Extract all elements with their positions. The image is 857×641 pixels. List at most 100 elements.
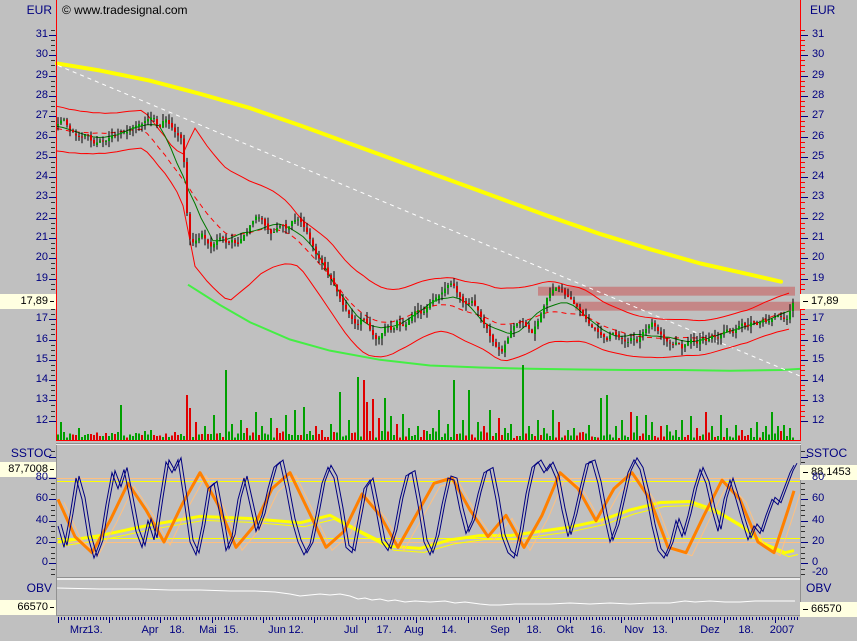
- candle-down: [705, 338, 707, 340]
- bollinger-lower: [57, 148, 789, 360]
- yellow-long-ma-line: [57, 63, 781, 281]
- time-tick: [468, 617, 469, 623]
- time-tick: [333, 617, 334, 620]
- candle-down: [93, 140, 95, 144]
- volume-bar: [735, 425, 737, 440]
- volume-bar: [342, 436, 344, 440]
- candle-down: [333, 278, 335, 285]
- candle-up: [216, 240, 218, 245]
- price-tick-right: [801, 334, 805, 335]
- volume-bar: [144, 431, 146, 440]
- candle-up: [423, 312, 425, 313]
- volume-bar: [513, 438, 515, 440]
- price-tick-right: [801, 253, 805, 254]
- time-tick: [154, 617, 155, 620]
- volume-bar: [468, 390, 470, 440]
- candle-down: [69, 126, 71, 130]
- chart-canvas[interactable]: [0, 0, 857, 641]
- volume-bar: [699, 436, 701, 440]
- price-tick-left: [51, 390, 55, 391]
- candle-down: [657, 327, 659, 331]
- volume-bar: [714, 437, 716, 440]
- price-tick-left: [51, 334, 55, 335]
- volume-bar: [360, 436, 362, 440]
- price-tick-right: [801, 202, 805, 203]
- volume-bar: [663, 436, 665, 440]
- volume-bar: [123, 435, 125, 440]
- sstoc-tick-right: [801, 569, 805, 570]
- candle-up: [405, 325, 407, 328]
- volume-bar: [396, 424, 398, 440]
- volume-bar: [660, 426, 662, 440]
- sstoc-ref-line-yellow: [57, 481, 800, 482]
- candle-down: [462, 297, 464, 303]
- volume-bar: [510, 424, 512, 440]
- candle-up: [750, 322, 752, 326]
- time-tick: [554, 617, 555, 620]
- volume-bar: [681, 420, 683, 440]
- candle-down: [561, 289, 563, 290]
- candle-down: [300, 218, 302, 222]
- candle-up: [441, 292, 443, 294]
- candle-down: [573, 300, 575, 304]
- time-tick: [260, 617, 261, 620]
- volume-bar: [285, 415, 287, 440]
- volume-bar: [693, 437, 695, 440]
- sstoc-tick-right: [801, 526, 805, 527]
- candle-up: [555, 288, 557, 291]
- time-tick: [330, 617, 331, 620]
- volume-bar: [279, 433, 281, 440]
- volume-bar: [204, 426, 206, 440]
- candle-up: [288, 227, 290, 230]
- price-tick-left: [49, 380, 56, 381]
- time-tick: [359, 617, 360, 620]
- candle-down: [729, 329, 731, 331]
- price-tick-right: [801, 400, 808, 401]
- price-tick-right: [801, 238, 808, 239]
- time-tick: [797, 617, 798, 620]
- sstoc-tick-right: [801, 467, 805, 468]
- volume-bar: [753, 437, 755, 440]
- price-tick-left: [51, 91, 55, 92]
- sstoc-tick-right: [801, 547, 805, 548]
- time-tick: [535, 617, 536, 620]
- candle-down: [156, 119, 158, 125]
- candle-down: [477, 307, 479, 311]
- candle-up: [537, 321, 539, 327]
- candle-down: [66, 119, 68, 125]
- price-tick-right: [801, 360, 808, 361]
- price-tick-left: [51, 416, 55, 417]
- time-tick: [228, 617, 229, 620]
- price-tick-left: [51, 172, 55, 173]
- price-tick-left: [51, 106, 55, 107]
- volume-bar: [276, 428, 278, 440]
- volume-bar: [657, 438, 659, 440]
- time-tick: [256, 617, 257, 620]
- volume-bar: [777, 426, 779, 440]
- price-tick-right: [801, 45, 805, 46]
- price-tick-left: [51, 268, 55, 269]
- time-tick: [186, 617, 187, 620]
- sstoc-tick-left: [51, 510, 55, 511]
- candle-up: [720, 335, 722, 338]
- time-tick: [311, 617, 312, 620]
- candle-up: [540, 314, 542, 322]
- time-tick: [151, 617, 152, 620]
- volume-bar: [303, 407, 305, 440]
- price-tick-left: [51, 324, 55, 325]
- time-tick: [628, 617, 629, 620]
- time-tick: [743, 617, 744, 620]
- obv-line: [57, 588, 795, 605]
- volume-bar: [300, 435, 302, 440]
- bollinger-layer: [57, 106, 789, 360]
- time-axis-layer: [58, 617, 798, 623]
- price-tick-left: [49, 258, 56, 259]
- time-tick: [509, 617, 510, 620]
- time-tick: [272, 617, 273, 620]
- time-tick: [266, 617, 267, 620]
- sstoc-d-line-orange: [58, 473, 794, 553]
- volume-bar: [786, 436, 788, 440]
- price-tick-left: [51, 405, 55, 406]
- candle-down: [486, 324, 488, 328]
- volume-bar: [132, 436, 134, 440]
